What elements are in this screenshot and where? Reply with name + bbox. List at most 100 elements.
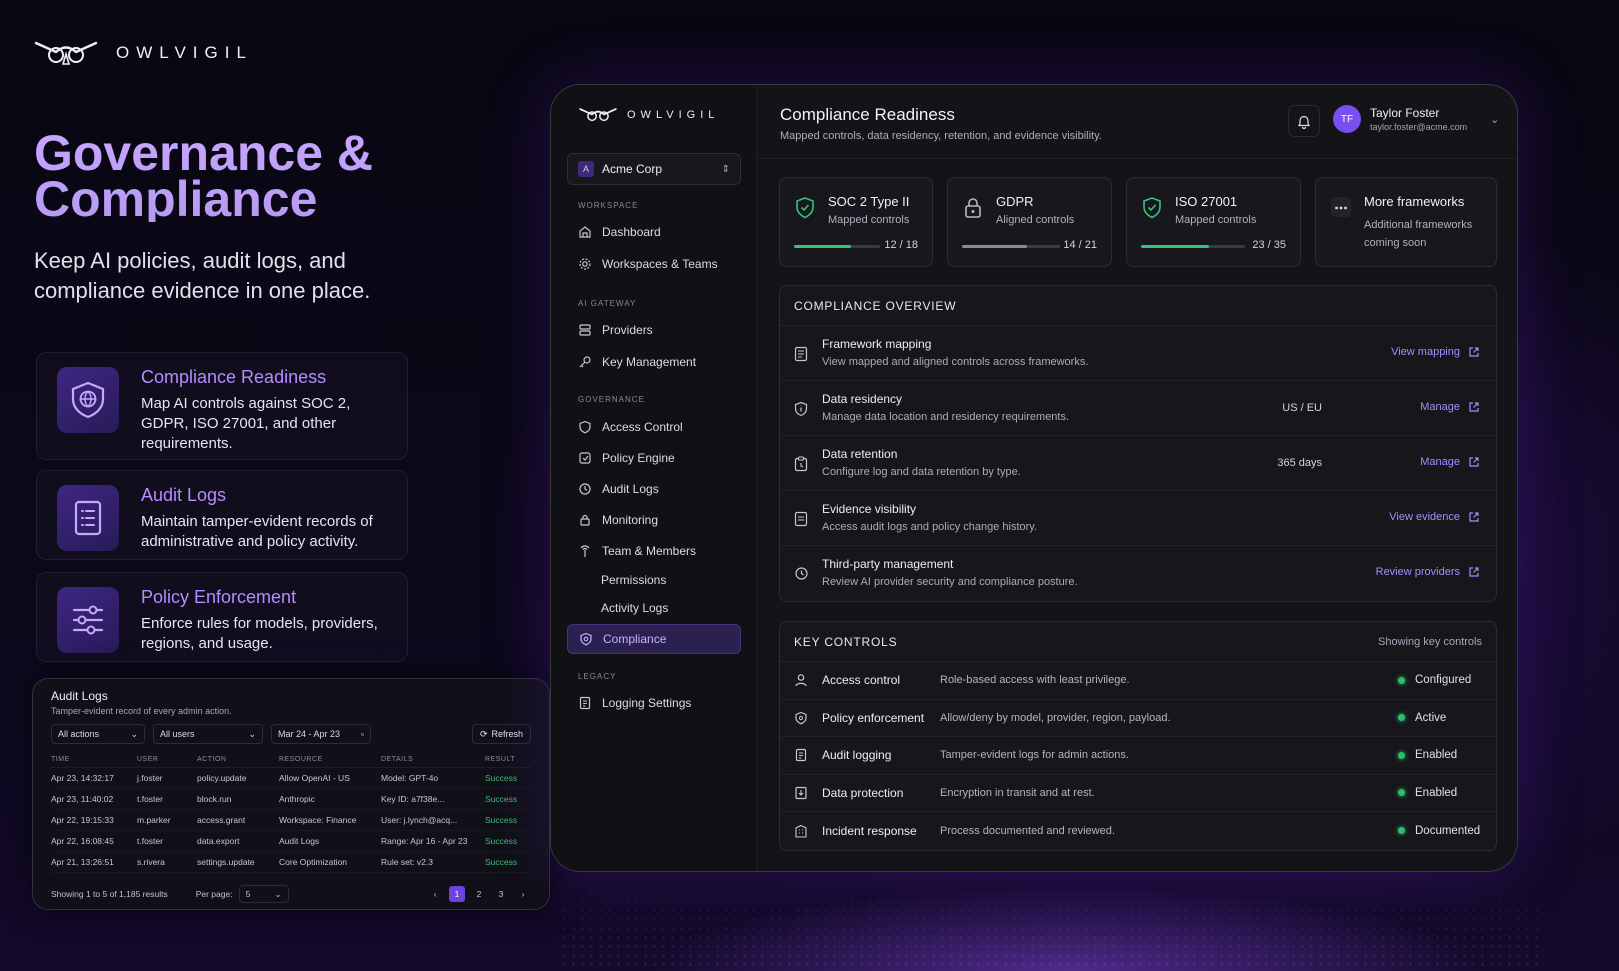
- compliance-overview-panel: COMPLIANCE OVERVIEW Framework mapping Vi…: [779, 285, 1497, 602]
- next-page-icon[interactable]: ›: [515, 886, 531, 902]
- sidebar-item-dashboard[interactable]: Dashboard: [567, 217, 741, 247]
- table-row[interactable]: Apr 23, 14:32:17 j.foster policy.update All…: [51, 767, 531, 789]
- brand-name: OWLVIGIL: [116, 43, 253, 62]
- bell-icon: [1297, 115, 1311, 129]
- sidebar-item-compliance[interactable]: Compliance: [567, 624, 741, 654]
- external-link-icon: [1469, 347, 1479, 357]
- view-evidence-link[interactable]: View evidence: [1389, 511, 1480, 523]
- sidebar-item-permissions[interactable]: Permissions: [567, 565, 741, 595]
- audit-title: Audit Logs: [51, 689, 108, 703]
- section-label-gateway: AI GATEWAY: [578, 299, 637, 308]
- list-item: Data residency Manage data location and …: [780, 381, 1496, 436]
- chevron-down-icon: ⌄: [130, 728, 138, 739]
- framework-sub: Aligned controls: [996, 214, 1075, 226]
- page-button-3[interactable]: 3: [493, 886, 509, 902]
- sidebar-brand-name: OWLVIGIL: [627, 109, 720, 121]
- feature-desc: Map AI controls against SOC 2, GDPR, ISO…: [141, 395, 351, 452]
- user-menu[interactable]: TF Taylor Foster taylor.foster@acme.com …: [1333, 105, 1499, 133]
- sidebar-item-team[interactable]: Team & Members: [567, 536, 741, 566]
- sidebar-item-providers[interactable]: Providers: [567, 315, 741, 345]
- column-header: TIME: [51, 752, 137, 768]
- sidebar-item-monitoring[interactable]: Monitoring: [567, 505, 741, 535]
- sidebar-item-key-management[interactable]: Key Management: [567, 347, 741, 377]
- per-page-select[interactable]: 5 ⌄: [238, 885, 289, 903]
- framework-card-more[interactable]: More frameworks Additional frameworks co…: [1315, 177, 1497, 267]
- page-button-2[interactable]: 2: [471, 886, 487, 902]
- shield-check-icon: [580, 632, 592, 646]
- policy-icon: [579, 452, 591, 464]
- section-label-governance: GOVERNANCE: [578, 395, 645, 404]
- document-list-icon: [57, 485, 119, 551]
- history-icon: [795, 567, 808, 580]
- more-icon: [1331, 197, 1351, 217]
- audit-subtitle: Tamper-evident record of every admin act…: [51, 706, 232, 716]
- sidebar-item-activity-logs[interactable]: Activity Logs: [567, 593, 741, 623]
- manage-residency-link[interactable]: Manage: [1420, 401, 1480, 413]
- refresh-button[interactable]: ⟳ Refresh: [471, 724, 531, 744]
- table-row[interactable]: Apr 23, 11:40:02 t.foster block.run Anthrop…: [51, 788, 531, 810]
- table-row[interactable]: Apr 21, 13:26:51 s.rivera settings.update C…: [51, 851, 531, 873]
- lock-icon: [580, 514, 590, 526]
- framework-card-iso27001[interactable]: ISO 27001 Mapped controls 23 / 35: [1126, 177, 1301, 267]
- sidebar-item-workspaces[interactable]: Workspaces & Teams: [567, 249, 741, 279]
- page-button-1[interactable]: 1: [449, 886, 465, 902]
- row-desc: Review AI provider security and complian…: [822, 576, 1078, 588]
- progress-fill: [794, 245, 852, 248]
- notifications-button[interactable]: [1288, 105, 1320, 137]
- row-title: Data retention: [822, 447, 898, 461]
- manage-retention-link[interactable]: Manage: [1420, 456, 1480, 468]
- view-mapping-link[interactable]: View mapping: [1391, 346, 1480, 358]
- status-badge: Configured: [1398, 674, 1471, 686]
- sidebar-item-audit-logs[interactable]: Audit Logs: [567, 474, 741, 504]
- status-dot: [1398, 789, 1405, 797]
- progress-bar: [794, 245, 880, 248]
- review-providers-link[interactable]: Review providers: [1376, 566, 1480, 578]
- table-row[interactable]: Apr 22, 19:15:33 m.parker access.grant Work…: [51, 809, 531, 831]
- actions-filter[interactable]: All actions ⌄: [51, 724, 145, 744]
- section-label-workspace: WORKSPACE: [578, 201, 639, 210]
- list-item: Data protection Encryption in transit an…: [780, 775, 1496, 812]
- audit-icon: [579, 483, 591, 495]
- download-doc-icon: [795, 786, 807, 799]
- list-item: Third-party management Review AI provide…: [780, 546, 1496, 601]
- document-icon: [795, 749, 807, 762]
- framework-value: 12 / 18: [884, 239, 918, 251]
- dashboard-icon: [579, 226, 591, 238]
- sidebar-item-policy-engine[interactable]: Policy Engine: [567, 443, 741, 473]
- control-name: Audit logging: [822, 748, 892, 763]
- users-filter[interactable]: All users ⌄: [153, 724, 263, 744]
- key-icon: [579, 356, 591, 368]
- status-badge: Success: [485, 767, 531, 789]
- framework-card-soc2[interactable]: SOC 2 Type II Mapped controls 12 / 18: [779, 177, 933, 267]
- document-icon: [794, 511, 808, 527]
- user-icon: [795, 674, 807, 687]
- page-title: Compliance Readiness: [780, 105, 955, 124]
- list-item: Audit logging Tamper-evident logs for ad…: [780, 737, 1496, 775]
- shield-icon: [579, 420, 591, 434]
- owl-logo-icon: [34, 41, 98, 65]
- sidebar-item-logging-settings[interactable]: Logging Settings: [567, 688, 741, 718]
- framework-card-gdpr[interactable]: GDPR Aligned controls 14 / 21: [947, 177, 1112, 267]
- list-item: Data retention Configure log and data re…: [780, 436, 1496, 491]
- org-switcher[interactable]: A Acme Corp ⇕: [567, 153, 741, 185]
- progress-fill: [1141, 245, 1210, 248]
- sidebar-brand: OWLVIGIL: [579, 107, 719, 123]
- prev-page-icon[interactable]: ‹: [427, 886, 443, 902]
- status-dot: [1398, 751, 1405, 759]
- status-badge: Success: [485, 788, 531, 810]
- control-desc: Role-based access with least privilege.: [940, 674, 1130, 687]
- status-badge: Enabled: [1398, 749, 1457, 761]
- table-row[interactable]: Apr 22, 16:08:45 t.foster data.export Audit…: [51, 830, 531, 852]
- lock-icon: [965, 198, 981, 218]
- date-range-filter[interactable]: Mar 24 - Apr 23 ▫: [271, 724, 371, 744]
- feature-audit-logs: Audit Logs Maintain tamper-evident recor…: [36, 470, 408, 560]
- results-count: Showing 1 to 5 of 1,185 results: [51, 889, 168, 899]
- server-icon: [579, 324, 591, 336]
- audit-table: TIME USER ACTION RESOURCE DETAILS RESULT…: [51, 752, 531, 873]
- sidebar-item-access-control[interactable]: Access Control: [567, 412, 741, 442]
- panel-title: KEY CONTROLS Showing key controls: [780, 622, 1496, 662]
- progress-fill: [962, 245, 1028, 248]
- owl-logo-icon: [579, 108, 617, 122]
- avatar: TF: [1333, 105, 1361, 133]
- control-name: Access control: [822, 673, 901, 688]
